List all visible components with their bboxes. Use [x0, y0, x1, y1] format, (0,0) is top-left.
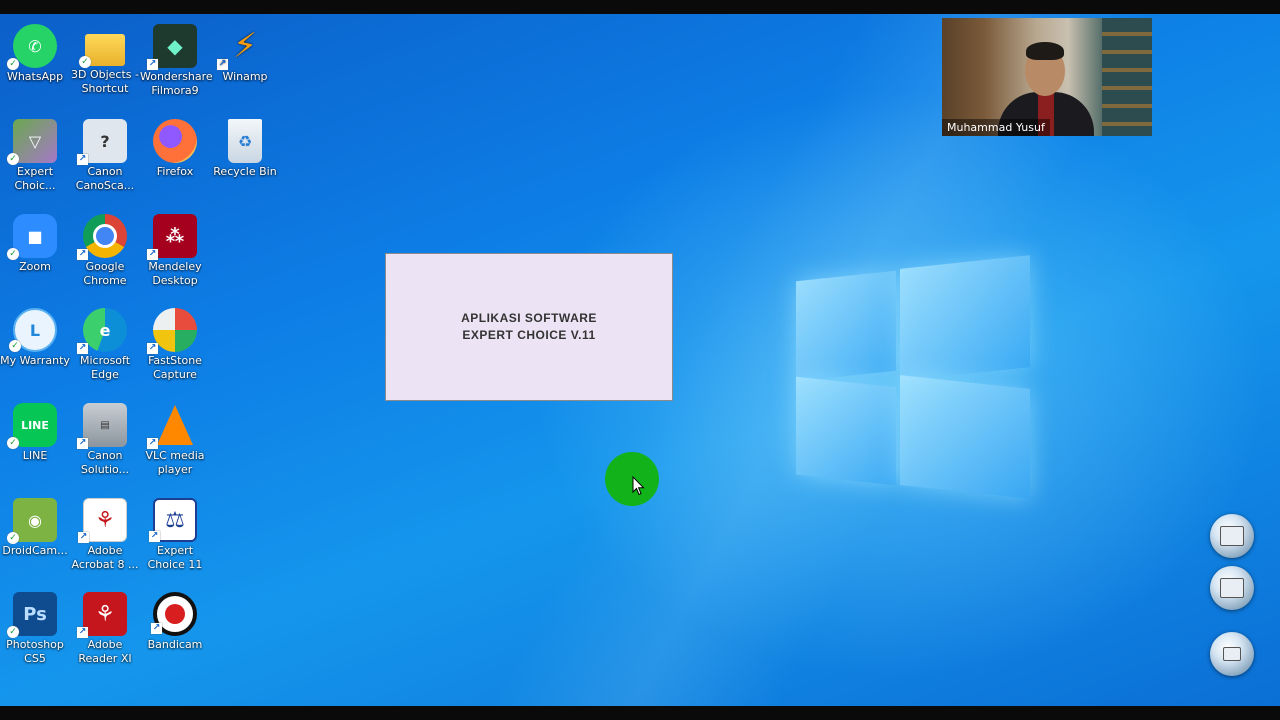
line-icon: LINE ✓: [7, 403, 57, 449]
webcam-overlay: Muhammad Yusuf: [942, 18, 1152, 136]
desktop-icon-label: WhatsApp: [6, 70, 64, 83]
mendeley-icon: ⁂ ↗: [147, 214, 197, 260]
desktop-icon-label: Winamp: [222, 70, 268, 83]
desktop-icon-label: Google Chrome: [83, 260, 127, 287]
bandicam-icon: ↗: [151, 592, 197, 636]
chrome-icon: ↗: [77, 214, 127, 260]
floating-widget-window[interactable]: [1210, 566, 1254, 610]
presenter-hair: [1026, 42, 1064, 60]
bookshelf: [1102, 18, 1152, 136]
desktop-icon-vlc[interactable]: ↗ VLC media player: [140, 403, 210, 477]
windows-logo: [796, 254, 1030, 499]
desktop-icon-google-chrome[interactable]: ↗ Google Chrome: [70, 214, 140, 288]
desktop-icon-label: Canon Solutio...: [80, 449, 130, 476]
zoom-icon: ■ ✓: [7, 214, 57, 260]
desktop-icon-firefox[interactable]: Firefox: [140, 119, 210, 179]
whatsapp-icon: ✆ ✓: [7, 24, 57, 70]
desktop-icon-label: Mendeley Desktop: [148, 260, 202, 287]
expert-choice-11-icon: ⚖ ↗: [149, 498, 197, 542]
desktop-icon-label: FastStone Capture: [148, 354, 202, 381]
filmora-icon: ◆ ↗: [147, 24, 197, 70]
canon-canoscan-icon: ? ↗: [77, 119, 127, 165]
canon-solution-icon: ▤ ↗: [77, 403, 127, 449]
desktop-icon-mendeley[interactable]: ⁂ ↗ Mendeley Desktop: [140, 214, 210, 288]
desktop-icon-whatsapp[interactable]: ✆ ✓ WhatsApp: [0, 24, 70, 84]
monitor-icon: [1223, 647, 1241, 661]
droidcam-icon: ◉ ✓: [7, 498, 57, 544]
control-panel-icon: [1220, 526, 1244, 546]
desktop-icon-canon-solution[interactable]: ▤ ↗ Canon Solutio...: [70, 403, 140, 477]
desktop-icon-label: Recycle Bin: [213, 165, 277, 178]
desktop-icon-adobe-reader[interactable]: ⚘ ↗ Adobe Reader XI: [70, 592, 140, 666]
expert-choice-icon: ▽ ✓: [7, 119, 57, 165]
desktop-icon-winamp[interactable]: ⚡ ↗ Winamp: [210, 24, 280, 84]
winamp-icon: ⚡ ↗: [217, 26, 257, 70]
desktop-icon-canon-canoscan[interactable]: ? ↗ Canon CanoSca...: [70, 119, 140, 193]
desktop-icon-label: Adobe Reader XI: [78, 638, 132, 665]
desktop-icon-droidcam[interactable]: ◉ ✓ DroidCam...: [0, 498, 70, 558]
faststone-icon: ↗: [147, 308, 197, 354]
desktop-icon-zoom[interactable]: ■ ✓ Zoom: [0, 214, 70, 274]
desktop-icon-label: Firefox: [156, 165, 194, 178]
desktop-icon-recycle-bin[interactable]: ♻ Recycle Bin: [210, 119, 280, 179]
desktop-icon-filmora[interactable]: ◆ ↗ Wondershare Filmora9: [140, 24, 213, 98]
window-icon: [1220, 578, 1244, 598]
desktop-icon-label: Expert Choic...: [14, 165, 56, 192]
desktop-icon-label: Adobe Acrobat 8 ...: [71, 544, 139, 571]
desktop-icon-photoshop[interactable]: Ps ✓ Photoshop CS5: [0, 592, 70, 666]
desktop-icon-label: Canon CanoSca...: [75, 165, 135, 192]
participant-name: Muhammad Yusuf: [942, 119, 1050, 136]
desktop-icon-expert-choice[interactable]: ▽ ✓ Expert Choic...: [0, 119, 70, 193]
desktop-icon-label: 3D Objects - Shortcut: [71, 68, 139, 95]
desktop-icon-label: Bandicam: [147, 638, 203, 651]
desktop-icon-label: Zoom: [19, 260, 51, 273]
desktop-icon-label: VLC media player: [145, 449, 205, 476]
desktop-icon-label: LINE: [22, 449, 48, 462]
desktop-icon-label: DroidCam...: [2, 544, 68, 557]
top-letterbox: [0, 0, 1280, 14]
acrobat-icon: ⚘ ↗: [78, 498, 127, 543]
desktop-icon-microsoft-edge[interactable]: e ↗ Microsoft Edge: [70, 308, 140, 382]
desktop-icon-line[interactable]: LINE ✓ LINE: [0, 403, 70, 463]
presentation-slide: APLIKASI SOFTWARE EXPERT CHOICE V.11: [385, 253, 673, 401]
desktop-icon-label: Photoshop CS5: [6, 638, 64, 665]
desktop-icon-bandicam[interactable]: ↗ Bandicam: [140, 592, 210, 652]
recycle-bin-icon: ♻: [228, 119, 262, 163]
floating-widget-orb[interactable]: [1210, 632, 1254, 676]
desktop-icon-expert-choice-11[interactable]: ⚖ ↗ Expert Choice 11: [140, 498, 210, 572]
slide-title-line2: EXPERT CHOICE V.11: [462, 328, 596, 342]
desktop-icon-3d-objects-shortcut[interactable]: ✓ 3D Objects - Shortcut: [70, 24, 140, 96]
photoshop-icon: Ps ✓: [7, 592, 57, 638]
my-warranty-icon: L ✓: [9, 308, 57, 352]
slide-title-line1: APLIKASI SOFTWARE: [461, 311, 597, 325]
desktop-icon-label: Wondershare Filmora9: [140, 70, 213, 97]
desktop-icon-label: My Warranty: [0, 354, 70, 367]
desktop-icon-my-warranty[interactable]: L ✓ My Warranty: [0, 308, 70, 368]
folder-icon: ✓: [79, 34, 125, 68]
firefox-icon: [153, 119, 197, 163]
reader-icon: ⚘ ↗: [77, 592, 127, 638]
mouse-cursor-icon: [632, 476, 645, 496]
desktop-icon-label: Expert Choice 11: [147, 544, 203, 571]
desktop-icon-faststone[interactable]: ↗ FastStone Capture: [140, 308, 210, 382]
vlc-icon: ↗: [147, 403, 197, 449]
floating-widget-control[interactable]: [1210, 514, 1254, 558]
desktop-icon-adobe-acrobat[interactable]: ⚘ ↗ Adobe Acrobat 8 ...: [70, 498, 140, 572]
edge-icon: e ↗: [77, 308, 127, 354]
desktop-icon-label: Microsoft Edge: [79, 354, 131, 381]
bottom-letterbox: [0, 706, 1280, 720]
